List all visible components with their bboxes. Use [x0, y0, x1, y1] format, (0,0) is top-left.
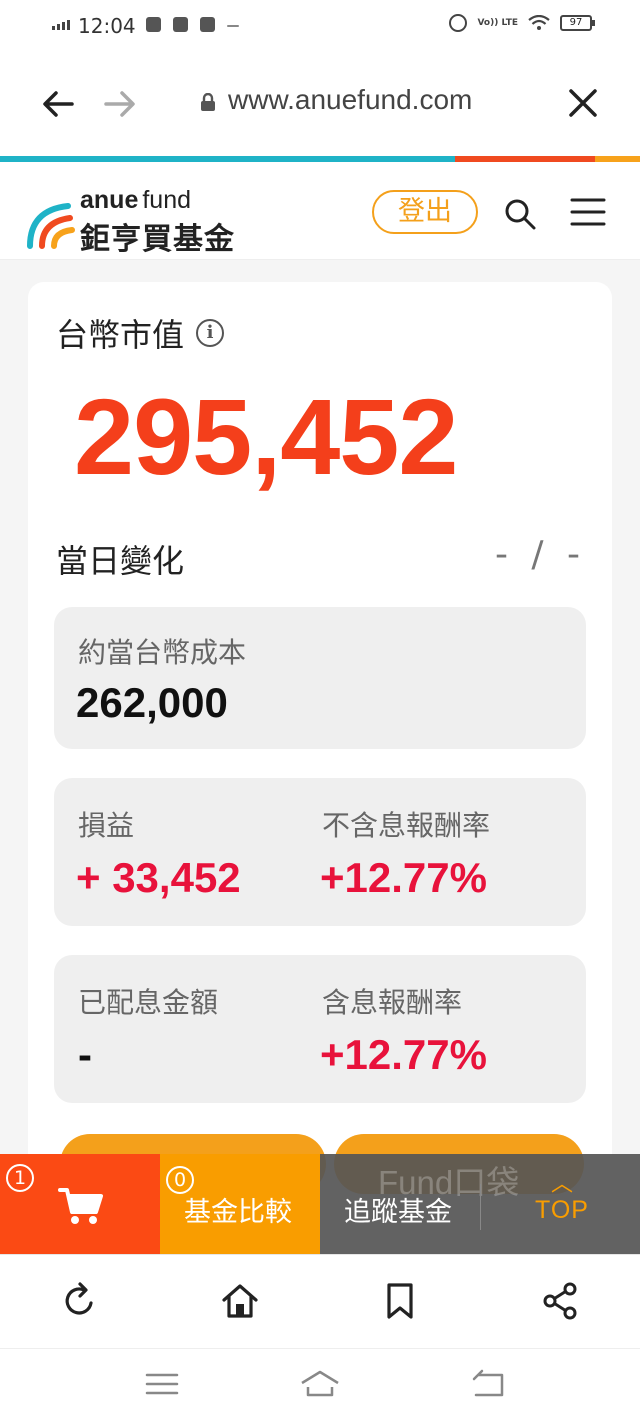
return-ex-dividend-label: 不含息報酬率 — [322, 809, 491, 842]
daily-change-label: 當日變化 — [56, 542, 185, 580]
status-bar: 12:04 Vo)) LTE 97 — [0, 0, 640, 56]
return-inc-dividend-label: 含息報酬率 — [322, 986, 463, 1019]
home-icon[interactable] — [220, 1281, 260, 1321]
refresh-icon[interactable] — [60, 1281, 100, 1321]
chevron-up-icon: ︿ — [550, 1172, 573, 1197]
dividend-panel: 已配息金額 - 含息報酬率 +12.77% — [54, 955, 586, 1103]
alarm-icon — [449, 14, 468, 32]
divider — [480, 1184, 481, 1230]
share-icon[interactable] — [540, 1281, 580, 1321]
search-icon[interactable] — [500, 194, 540, 234]
track-fund-label: 追蹤基金 — [344, 1197, 452, 1228]
cart-icon — [58, 1188, 103, 1224]
logo-anue-text: anue — [80, 186, 139, 214]
cost-panel: 約當台幣成本 262,000 — [54, 607, 586, 749]
bookmark-icon[interactable] — [380, 1281, 420, 1321]
volte-icon: Vo)) LTE — [477, 17, 518, 28]
cart-count-badge: 1 — [6, 1164, 34, 1192]
logo-wordmark[interactable]: anue fund — [80, 186, 191, 215]
browser-toolbar — [0, 1254, 640, 1348]
market-value-label: 台幣市值 — [56, 316, 185, 354]
system-navigation-bar — [0, 1348, 640, 1422]
back-to-top-button[interactable]: ︿ TOP — [532, 1174, 592, 1234]
status-time: 12:04 — [78, 14, 136, 38]
app-icon — [200, 17, 215, 32]
fund-compare-label: 基金比較 — [184, 1197, 292, 1228]
wifi-icon — [528, 15, 550, 30]
recent-apps-icon[interactable] — [142, 1367, 182, 1401]
system-home-icon[interactable] — [300, 1367, 340, 1401]
site-header: anue fund 鉅亨買基金 登出 — [0, 162, 640, 260]
portfolio-summary-card: 台幣市值 i 295,452 當日變化 - / - 約當台幣成本 262,000… — [28, 282, 612, 1182]
dividend-label: 已配息金額 — [78, 986, 219, 1019]
logout-button[interactable]: 登出 — [372, 190, 478, 234]
pnl-value: + 33,452 — [76, 854, 241, 901]
hamburger-menu-icon[interactable] — [570, 196, 606, 228]
forward-arrow-icon[interactable] — [100, 84, 140, 124]
lock-icon — [201, 93, 215, 111]
browser-address-bar: www.anuefund.com — [0, 56, 640, 156]
floating-action-bar: 1 0 基金比較 Fund口袋 追蹤基金 ︿ TOP — [0, 1154, 640, 1254]
logo-fund-text: fund — [142, 186, 192, 214]
url-field[interactable]: www.anuefund.com — [228, 84, 472, 116]
fund-compare-button[interactable]: 0 基金比較 — [160, 1154, 320, 1254]
notification-icons — [146, 17, 239, 32]
top-label: TOP — [535, 1196, 589, 1224]
info-icon[interactable]: i — [196, 319, 225, 347]
return-inc-dividend-value: +12.77% — [320, 1031, 487, 1078]
more-icon — [227, 25, 239, 27]
market-value-amount: 295,452 — [74, 376, 458, 497]
cart-button[interactable]: 1 — [0, 1154, 160, 1254]
logo-chinese-name[interactable]: 鉅亨買基金 — [80, 214, 235, 258]
profit-panel: 損益 + 33,452 不含息報酬率 +12.77% — [54, 778, 586, 926]
youtube-icon — [173, 17, 188, 32]
system-icons: Vo)) LTE 97 — [449, 14, 595, 32]
market-value-heading: 台幣市值 i — [56, 310, 225, 356]
return-ex-dividend-value: +12.77% — [320, 854, 487, 901]
close-icon[interactable] — [562, 82, 604, 124]
daily-change-value: - / - — [495, 534, 586, 575]
track-fund-button[interactable]: Fund口袋 追蹤基金 ︿ TOP — [320, 1154, 640, 1254]
back-arrow-icon[interactable] — [38, 84, 78, 124]
dividend-value: - — [78, 1031, 92, 1078]
battery-icon: 97 — [560, 15, 595, 31]
cost-label: 約當台幣成本 — [78, 636, 247, 669]
system-back-icon[interactable] — [468, 1367, 508, 1401]
pnl-label: 損益 — [78, 809, 135, 842]
cost-value: 262,000 — [76, 679, 228, 726]
teams-icon — [146, 17, 161, 32]
signal-icon — [52, 20, 70, 30]
anue-logo-icon[interactable] — [24, 192, 84, 252]
